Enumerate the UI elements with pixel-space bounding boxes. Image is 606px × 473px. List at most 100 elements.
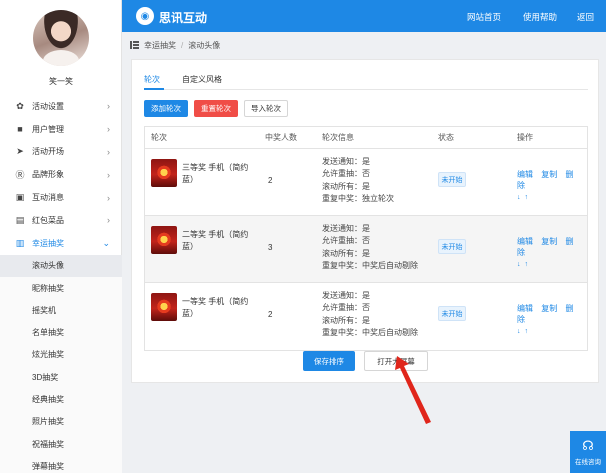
submenu-item-danmaku[interactable]: 弹幕抽奖 xyxy=(0,455,122,473)
prize-image xyxy=(151,293,177,321)
sidebar-item-label: 红包菜品 xyxy=(32,215,64,225)
move-arrows: ↓↑ xyxy=(517,328,587,335)
redpacket-icon: ▤ xyxy=(15,214,25,225)
edit-link[interactable]: 编辑 xyxy=(517,237,533,246)
lottery-icon: ▥ xyxy=(15,237,25,248)
winner-count: 2 xyxy=(268,310,273,319)
lock-icon: ■ xyxy=(17,124,23,135)
add-round-button[interactable]: 添加轮次 xyxy=(144,100,188,117)
nav-help-link[interactable]: 使用帮助 xyxy=(523,11,557,23)
chevron-right-icon: › xyxy=(107,146,110,157)
submenu-item-classic[interactable]: 经典抽奖 xyxy=(0,388,122,410)
info-line: 滚动所有：是 xyxy=(322,181,370,191)
winner-count: 2 xyxy=(268,176,273,185)
round-info: 发送通知：是 允许重抽：否 滚动所有：是 重复中奖：中奖后自动剔除 xyxy=(322,223,418,272)
submenu-item-3d[interactable]: 3D抽奖 xyxy=(0,366,122,388)
sidebar-menu: ✿ 活动设置 › ■ 用户管理 › ➤ 活动开场 › Ⓡ 品牌形象 › ▣ 互动… xyxy=(0,95,122,473)
red-arrow-annotation xyxy=(395,356,431,424)
chevron-right-icon: › xyxy=(107,124,110,135)
breadcrumb-item-lottery[interactable]: 幸运抽奖 xyxy=(144,40,176,51)
submenu-item-slot-machine[interactable]: 摇奖机 xyxy=(0,299,122,321)
chevron-right-icon: › xyxy=(107,101,110,112)
prize-name: 一等奖 手机（简约蓝） xyxy=(182,297,249,318)
breadcrumb-item-current: 滚动头像 xyxy=(188,40,221,50)
copy-link[interactable]: 复制 xyxy=(541,304,557,313)
column-header-info: 轮次信息 xyxy=(322,133,354,142)
online-consult-label: 在线咨询 xyxy=(575,458,601,466)
submenu-item-scroll-avatar[interactable]: 滚动头像 xyxy=(0,254,122,277)
info-line: 允许重抽：否 xyxy=(322,303,370,313)
top-header: ◉ 思讯互动 网站首页 使用帮助 返回 xyxy=(122,0,606,32)
prize-image xyxy=(151,159,177,187)
import-round-button[interactable]: 导入轮次 xyxy=(244,100,288,117)
table-header: 轮次 中奖人数 轮次信息 状态 操作 xyxy=(145,127,587,149)
info-line: 允许重抽：否 xyxy=(322,169,370,179)
table-row: 一等奖 手机（简约蓝） 2 发送通知：是 允许重抽：否 滚动所有：是 重复中奖：… xyxy=(145,283,587,350)
status-badge: 未开始 xyxy=(438,306,466,321)
home-icon xyxy=(130,41,139,49)
reset-round-button[interactable]: 重置轮次 xyxy=(194,100,238,117)
online-consult-button[interactable]: ☊ 在线咨询 xyxy=(570,431,606,473)
gear-icon: ✿ xyxy=(16,100,24,111)
info-line: 重复中奖：独立轮次 xyxy=(322,193,394,203)
nav-back-link[interactable]: 返回 xyxy=(577,11,594,23)
move-down-icon[interactable]: ↓ xyxy=(517,328,525,335)
sidebar-item-messages[interactable]: ▣ 互动消息 › xyxy=(0,186,122,209)
info-line: 发送通知：是 xyxy=(322,157,370,166)
tab-bar: 轮次 自定义风格 xyxy=(144,72,588,90)
submenu-item-blessing[interactable]: 祝福抽奖 xyxy=(0,433,122,455)
edit-link[interactable]: 编辑 xyxy=(517,304,533,313)
nav-home-link[interactable]: 网站首页 xyxy=(467,11,501,23)
content-card: 轮次 自定义风格 添加轮次 重置轮次 导入轮次 轮次 中奖人数 轮次信息 状态 … xyxy=(131,59,599,383)
sidebar-item-label: 用户管理 xyxy=(32,124,64,134)
sidebar-item-opening[interactable]: ➤ 活动开场 › xyxy=(0,141,122,164)
sidebar-item-label: 活动设置 xyxy=(32,101,64,111)
move-arrows: ↓↑ xyxy=(517,261,587,268)
sidebar-item-activity-settings[interactable]: ✿ 活动设置 › xyxy=(0,95,122,118)
sidebar-item-label: 品牌形象 xyxy=(32,170,64,180)
avatar[interactable] xyxy=(33,10,89,66)
edit-link[interactable]: 编辑 xyxy=(517,170,533,179)
sidebar-item-redpacket[interactable]: ▤ 红包菜品 › xyxy=(0,209,122,232)
move-down-icon[interactable]: ↓ xyxy=(517,261,525,268)
sidebar-item-brand[interactable]: Ⓡ 品牌形象 › xyxy=(0,163,122,186)
sidebar-item-lottery[interactable]: ▥ 幸运抽奖 ⌄ xyxy=(0,232,122,255)
save-order-button[interactable]: 保存排序 xyxy=(303,351,355,371)
submenu-item-photo[interactable]: 照片抽奖 xyxy=(0,411,122,433)
info-line: 重复中奖：中奖后自动剔除 xyxy=(322,260,418,270)
copy-link[interactable]: 复制 xyxy=(541,237,557,246)
column-header-round: 轮次 xyxy=(151,133,167,142)
lottery-submenu: 滚动头像 昵称抽奖 摇奖机 名单抽奖 炫光抽奖 3D抽奖 经典抽奖 照片抽奖 祝… xyxy=(0,254,122,473)
table-row: 二等奖 手机（简约蓝） 3 发送通知：是 允许重抽：否 滚动所有：是 重复中奖：… xyxy=(145,216,587,283)
chevron-right-icon: › xyxy=(107,192,110,203)
move-up-icon[interactable]: ↑ xyxy=(525,261,533,268)
prize-image xyxy=(151,226,177,254)
row-actions: 编辑 复制 删除 ↓↑ xyxy=(517,169,587,201)
row-actions: 编辑 复制 删除 ↓↑ xyxy=(517,303,587,335)
info-line: 发送通知：是 xyxy=(322,224,370,233)
status-badge: 未开始 xyxy=(438,172,466,187)
row-actions: 编辑 复制 删除 ↓↑ xyxy=(517,236,587,268)
submenu-item-list[interactable]: 名单抽奖 xyxy=(0,321,122,343)
sidebar-item-label: 幸运抽奖 xyxy=(32,238,64,248)
submenu-item-glow[interactable]: 炫光抽奖 xyxy=(0,344,122,366)
move-up-icon[interactable]: ↑ xyxy=(525,194,533,201)
brand-icon: Ⓡ xyxy=(15,170,25,181)
copy-link[interactable]: 复制 xyxy=(541,170,557,179)
round-info: 发送通知：是 允许重抽：否 滚动所有：是 重复中奖：独立轮次 xyxy=(322,156,394,205)
breadcrumb: 幸运抽奖 / 滚动头像 xyxy=(130,38,220,52)
submenu-item-nickname[interactable]: 昵称抽奖 xyxy=(0,277,122,299)
breadcrumb-separator: / xyxy=(181,40,184,50)
send-icon: ➤ xyxy=(16,146,24,157)
sidebar-item-user-management[interactable]: ■ 用户管理 › xyxy=(0,118,122,141)
chevron-right-icon: › xyxy=(107,215,110,226)
move-down-icon[interactable]: ↓ xyxy=(517,194,525,201)
tab-rounds[interactable]: 轮次 xyxy=(144,74,160,85)
tab-custom-style[interactable]: 自定义风格 xyxy=(182,74,222,85)
info-line: 滚动所有：是 xyxy=(322,248,370,258)
move-up-icon[interactable]: ↑ xyxy=(525,328,533,335)
username: 笑一笑 xyxy=(49,77,73,86)
chevron-down-icon: ⌄ xyxy=(102,237,110,248)
sidebar-item-label: 活动开场 xyxy=(32,147,64,157)
info-line: 允许重抽：否 xyxy=(322,236,370,246)
